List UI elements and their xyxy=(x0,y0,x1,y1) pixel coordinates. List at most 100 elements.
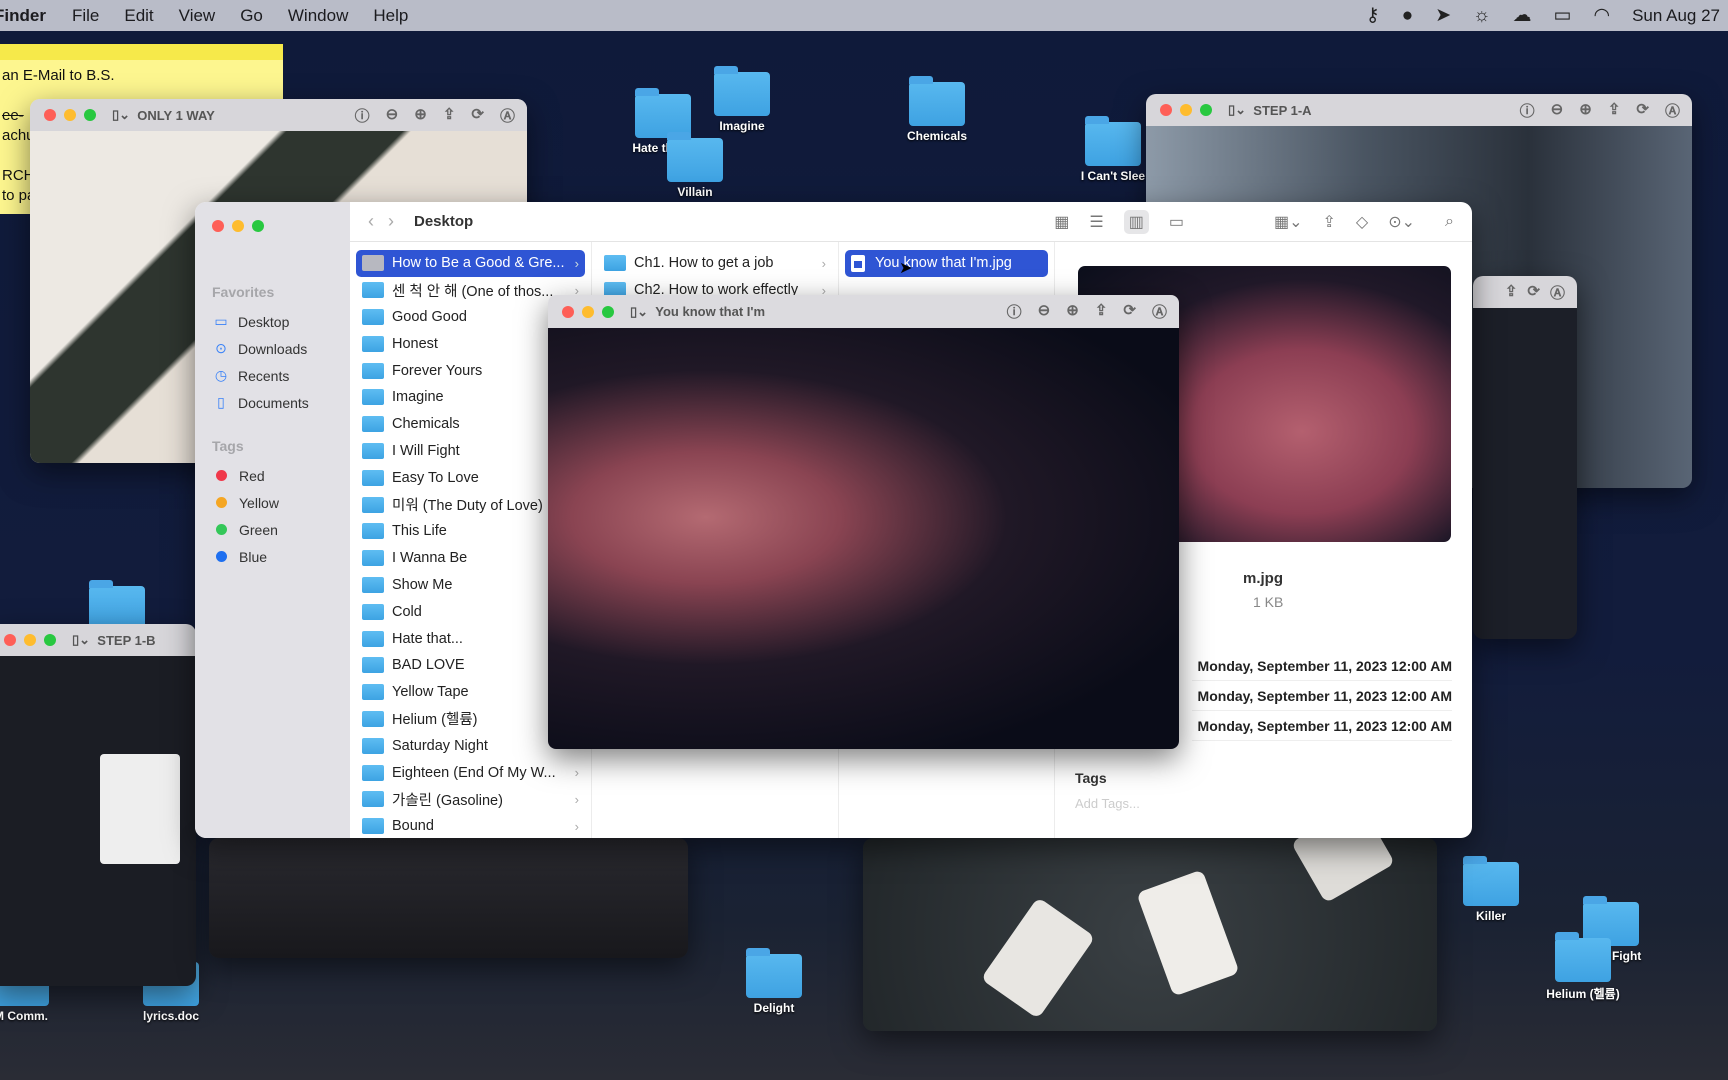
desktop-folder[interactable]: Helium (헬륨) xyxy=(1546,932,1620,1002)
zoom-out-icon[interactable]: ⊖ xyxy=(1551,100,1564,121)
sidebar-toggle-icon[interactable]: ▯⌄ xyxy=(630,304,648,320)
menu-go[interactable]: Go xyxy=(240,6,263,26)
more-icon[interactable]: ⊙⌄ xyxy=(1388,212,1415,232)
quicklook-window[interactable]: ▯⌄ You know that I'm ⓘ ⊖ ⊕ ⇪ ⟳ Ⓐ xyxy=(548,295,1179,749)
zoom-in-icon[interactable]: ⊕ xyxy=(414,105,427,126)
minimize-button[interactable] xyxy=(64,109,76,121)
item-label: Chemicals xyxy=(392,416,460,433)
menu-window[interactable]: Window xyxy=(288,6,348,26)
chevron-right-icon: › xyxy=(574,791,579,807)
image-file-icon xyxy=(851,254,865,272)
sidebar-toggle-icon[interactable]: ▯⌄ xyxy=(112,107,130,123)
sidebar-tag-blue[interactable]: Blue xyxy=(195,543,350,570)
folder-item[interactable]: 가솔린 (Gasoline) › xyxy=(356,786,585,813)
sidebar-tag-green[interactable]: Green xyxy=(195,516,350,543)
share-icon[interactable]: ⇪ xyxy=(1608,100,1621,121)
zoom-out-icon[interactable]: ⊖ xyxy=(386,105,399,126)
minimize-button[interactable] xyxy=(582,305,594,318)
bug-icon[interactable]: ☼ xyxy=(1473,5,1490,27)
close-button[interactable] xyxy=(562,305,574,318)
sidebar-item-documents[interactable]: ▯ Documents xyxy=(195,389,350,416)
minimize-button[interactable] xyxy=(1180,104,1192,116)
info-icon[interactable]: ⓘ xyxy=(1520,100,1535,121)
clock[interactable]: Sun Aug 27 xyxy=(1632,6,1720,26)
zoom-in-icon[interactable]: ⊕ xyxy=(1066,301,1079,322)
send-icon[interactable]: ➤ xyxy=(1435,4,1451,27)
item-label: BAD LOVE xyxy=(392,657,465,674)
sidebar-item-desktop[interactable]: ▭ Desktop xyxy=(195,308,350,335)
desktop-folder[interactable]: Villain xyxy=(664,132,726,199)
desktop-folder[interactable]: I Can't Slee xyxy=(1081,116,1145,183)
face-icon[interactable]: ● xyxy=(1402,5,1413,27)
sidebar-item-recents[interactable]: ◷ Recents xyxy=(195,362,350,389)
tag-icon[interactable]: ◇ xyxy=(1356,212,1368,232)
rotate-icon[interactable]: ⟳ xyxy=(1527,282,1540,303)
sidebar-toggle-icon[interactable]: ▯⌄ xyxy=(1228,102,1246,118)
forward-button[interactable]: › xyxy=(388,211,394,232)
menu-file[interactable]: File xyxy=(72,6,99,26)
background-window[interactable]: ⇪ ⟳ Ⓐ xyxy=(1473,276,1577,639)
sidebar-item-downloads[interactable]: ⊙ Downloads xyxy=(195,335,350,362)
desktop-folder[interactable]: Chemicals xyxy=(906,76,968,143)
desktop-folder[interactable]: Imagine xyxy=(711,66,773,133)
zoom-button[interactable] xyxy=(84,109,96,121)
desktop-folder[interactable]: Delight xyxy=(743,948,805,1015)
zoom-out-icon[interactable]: ⊖ xyxy=(1038,301,1051,322)
folder-item[interactable]: How to Be a Good & Gre... › xyxy=(356,250,585,277)
zoom-button[interactable] xyxy=(1200,104,1212,116)
menu-finder[interactable]: Finder xyxy=(0,6,46,26)
icon-view-icon[interactable]: ▦ xyxy=(1054,212,1069,232)
close-button[interactable] xyxy=(4,634,16,646)
rotate-icon[interactable]: ⟳ xyxy=(471,105,484,126)
zoom-button[interactable] xyxy=(602,305,614,318)
menu-edit[interactable]: Edit xyxy=(124,6,153,26)
folder-item[interactable]: Bound › xyxy=(356,813,585,838)
folder-item[interactable]: Eighteen (End Of My W... › xyxy=(356,759,585,786)
markup-icon[interactable]: Ⓐ xyxy=(500,105,515,126)
markup-icon[interactable]: Ⓐ xyxy=(1665,100,1680,121)
status-area: ⚷ ● ➤ ☼ ☁ ▭ ◠ Sun Aug 27 xyxy=(1366,0,1720,31)
zoom-in-icon[interactable]: ⊕ xyxy=(1579,100,1592,121)
markup-icon[interactable]: Ⓐ xyxy=(1152,301,1167,322)
share-icon[interactable]: ⇪ xyxy=(443,105,456,126)
group-icon[interactable]: ▦⌄ xyxy=(1274,212,1303,232)
sticky-title-bar[interactable] xyxy=(0,44,283,60)
zoom-button[interactable] xyxy=(252,220,264,232)
background-window[interactable] xyxy=(209,838,688,958)
key-icon[interactable]: ⚷ xyxy=(1366,4,1380,27)
add-tags-field[interactable]: Add Tags... xyxy=(1075,796,1140,811)
rotate-icon[interactable]: ⟳ xyxy=(1123,301,1136,322)
close-button[interactable] xyxy=(1160,104,1172,116)
minimize-button[interactable] xyxy=(232,220,244,232)
info-icon[interactable]: ⓘ xyxy=(1007,301,1022,322)
cloud-icon[interactable]: ☁ xyxy=(1513,4,1532,27)
desktop-folder[interactable]: Killer xyxy=(1460,856,1522,923)
preview-window-step-1-b[interactable]: ▯⌄ STEP 1-B xyxy=(0,624,196,986)
list-view-icon[interactable]: ☰ xyxy=(1089,212,1103,232)
zoom-button[interactable] xyxy=(44,634,56,646)
battery-icon[interactable]: ▭ xyxy=(1554,4,1572,27)
sidebar-tag-yellow[interactable]: Yellow xyxy=(195,489,350,516)
share-icon[interactable]: ⇪ xyxy=(1505,282,1518,303)
info-icon[interactable]: ⓘ xyxy=(355,105,370,126)
minimize-button[interactable] xyxy=(24,634,36,646)
wifi-icon[interactable]: ◠ xyxy=(1593,4,1610,27)
close-button[interactable] xyxy=(212,220,224,232)
sidebar-tag-red[interactable]: Red xyxy=(195,462,350,489)
file-item[interactable]: You know that I'm.jpg xyxy=(845,250,1048,277)
column-view-icon[interactable]: ▥ xyxy=(1123,209,1149,234)
photo-window-cups[interactable] xyxy=(863,838,1437,1031)
window-title: STEP 1-B xyxy=(97,632,156,648)
markup-icon[interactable]: Ⓐ xyxy=(1550,282,1565,303)
menu-help[interactable]: Help xyxy=(373,6,408,26)
gallery-view-icon[interactable]: ▭ xyxy=(1169,212,1184,232)
sidebar-toggle-icon[interactable]: ▯⌄ xyxy=(72,632,90,648)
search-icon[interactable]: ⌕ xyxy=(1445,213,1454,231)
rotate-icon[interactable]: ⟳ xyxy=(1636,100,1649,121)
share-icon[interactable]: ⇪ xyxy=(1323,212,1336,232)
back-button[interactable]: ‹ xyxy=(368,211,374,232)
close-button[interactable] xyxy=(44,109,56,121)
folder-item[interactable]: Ch1. How to get a job › xyxy=(598,250,832,277)
menu-view[interactable]: View xyxy=(179,6,216,26)
share-icon[interactable]: ⇪ xyxy=(1095,301,1108,322)
